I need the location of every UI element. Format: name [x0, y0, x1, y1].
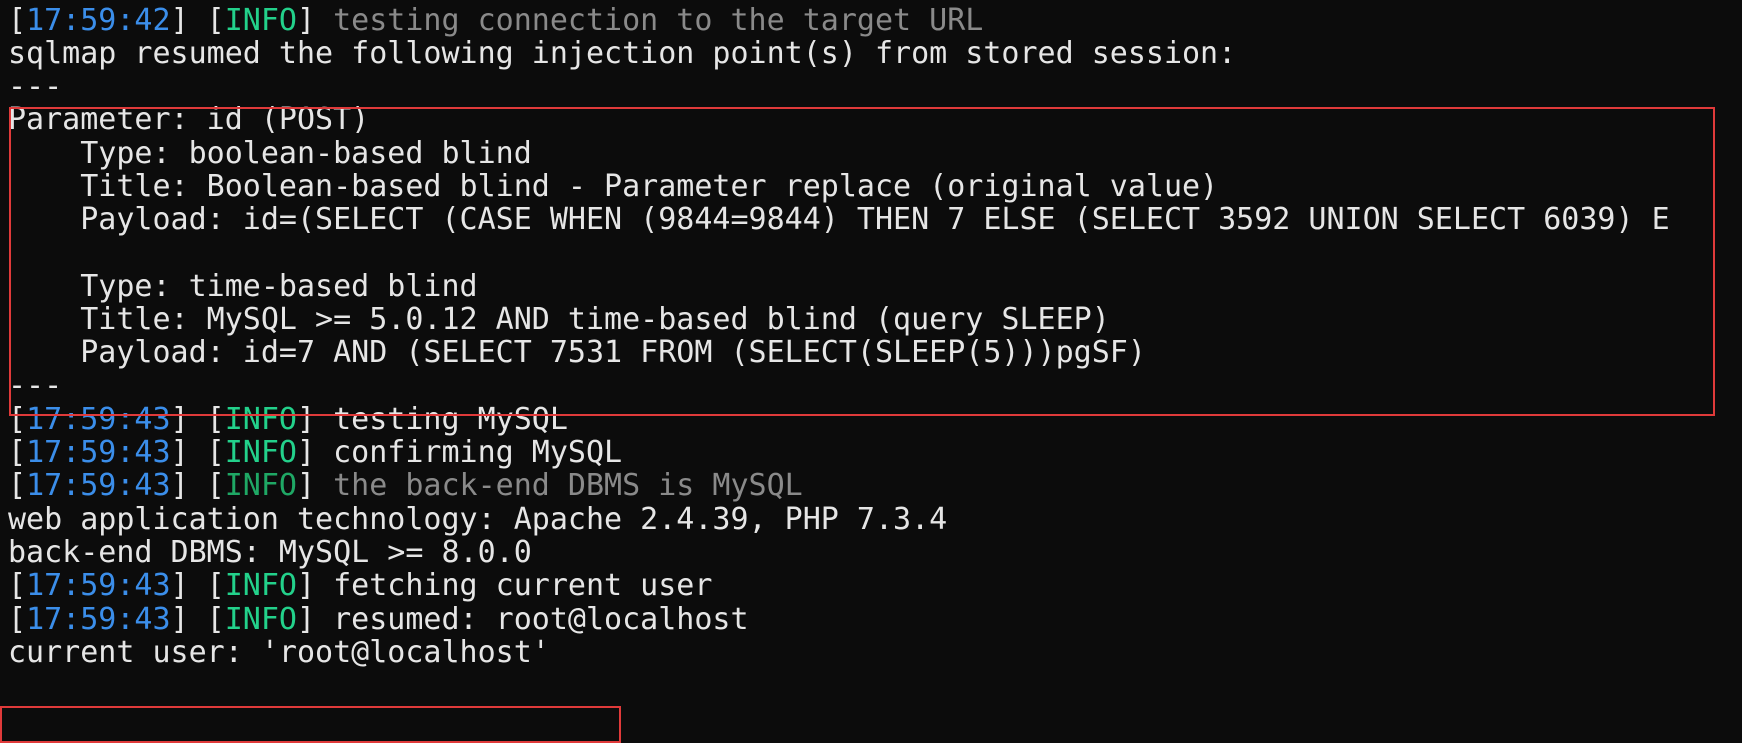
- log-message: the back-end DBMS is MySQL: [333, 468, 803, 503]
- bracket: [: [8, 435, 27, 470]
- log-line: [17:59:43] [INFO] resumed: root@localhos…: [8, 601, 749, 638]
- bracket: ]: [297, 468, 334, 503]
- bracket: ]: [297, 435, 334, 470]
- log-level: INFO: [224, 568, 297, 603]
- output-line: sqlmap resumed the following injection p…: [8, 36, 1237, 71]
- output-line: web application technology: Apache 2.4.3…: [8, 502, 948, 537]
- log-message: testing connection to the target URL: [333, 3, 984, 38]
- log-line: [17:59:42] [INFO] testing connection to …: [8, 2, 983, 39]
- timestamp: 17:59:43: [26, 568, 171, 603]
- log-message: fetching current user: [333, 568, 713, 603]
- log-line: [17:59:43] [INFO] fetching current user: [8, 567, 712, 604]
- log-message: confirming MySQL: [333, 435, 623, 470]
- timestamp: 17:59:42: [26, 3, 171, 38]
- timestamp: 17:59:43: [26, 468, 171, 503]
- log-level: INFO: [224, 602, 297, 637]
- bracket: ] [: [170, 602, 225, 637]
- log-level: INFO: [224, 435, 297, 470]
- current-user-highlight-box: [0, 706, 621, 743]
- current-user-line: current user: 'root@localhost': [8, 635, 550, 670]
- bracket: ] [: [170, 468, 225, 503]
- output-line: back-end DBMS: MySQL >= 8.0.0: [8, 535, 532, 570]
- bracket: ] [: [170, 3, 225, 38]
- terminal-output[interactable]: [17:59:42] [INFO] testing connection to …: [0, 0, 1742, 743]
- separator-line: ---: [8, 69, 63, 104]
- timestamp: 17:59:43: [26, 435, 171, 470]
- log-message: resumed: root@localhost: [333, 602, 749, 637]
- bracket: [: [8, 468, 27, 503]
- log-level: INFO: [224, 3, 297, 38]
- bracket: ]: [297, 568, 334, 603]
- log-level: INFO: [224, 468, 297, 503]
- log-line: [17:59:43] [INFO] the back-end DBMS is M…: [8, 467, 803, 504]
- bracket: ] [: [170, 568, 225, 603]
- bracket: [: [8, 602, 27, 637]
- bracket: ] [: [170, 435, 225, 470]
- bracket: [: [8, 3, 27, 38]
- timestamp: 17:59:43: [26, 602, 171, 637]
- log-line: [17:59:43] [INFO] confirming MySQL: [8, 434, 622, 471]
- bracket: ]: [297, 3, 334, 38]
- bracket: ]: [297, 602, 334, 637]
- injection-point-highlight-box: [9, 107, 1715, 416]
- bracket: [: [8, 568, 27, 603]
